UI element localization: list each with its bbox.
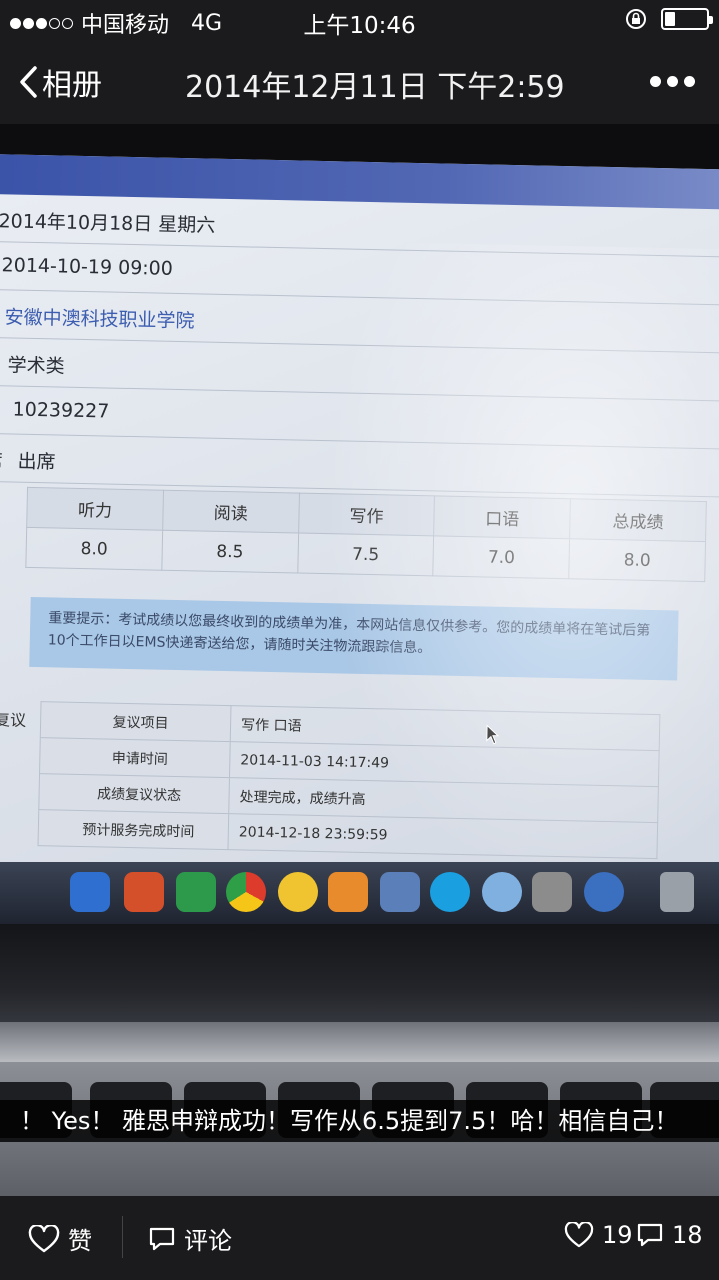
score-header: 写作 — [298, 493, 435, 536]
score-table: 听力 阅读 写作 口语 总成绩 8.0 8.5 7.5 7.0 8.0 — [25, 487, 707, 582]
battery-level — [665, 12, 675, 26]
like-count-value: 19 — [602, 1221, 633, 1249]
score-header: 听力 — [26, 487, 164, 531]
safari-app-icon — [482, 872, 522, 912]
review-table: 复议项目 写作 口语 申请时间 2014-11-03 14:17:49 成绩复议… — [38, 701, 661, 859]
test-center-link: 安徽中澳科技职业学院 — [4, 306, 195, 333]
bottom-toolbar: 赞 评论 19 18 — [0, 1196, 719, 1280]
exam-time: 2014-10-19 09:00 — [1, 254, 174, 280]
chevron-left-icon — [20, 66, 37, 98]
comment-count-value: 18 — [672, 1221, 703, 1249]
attendance: 出席 — [17, 450, 56, 474]
photo-caption: ！ Yes！ 雅思申辩成功！写作从6.5提到7.5！哈！相信自己！ — [0, 1100, 719, 1142]
laptop-screen: 2014年10月18日 星期六 2014-10-19 09:00 安徽中澳科技职… — [0, 154, 719, 915]
battery-icon — [661, 8, 713, 30]
laptop-bezel — [0, 924, 719, 1034]
trash-icon — [660, 872, 694, 912]
preview-app-icon — [380, 872, 420, 912]
score-value: 8.5 — [161, 530, 299, 574]
mouse-cursor-icon — [486, 724, 500, 745]
comment-icon — [149, 1227, 175, 1250]
toolbar-divider — [122, 1216, 123, 1258]
photo-view[interactable]: 2014年10月18日 星期六 2014-10-19 09:00 安徽中澳科技职… — [0, 124, 719, 1196]
score-header: 口语 — [433, 495, 571, 539]
like-button[interactable]: 赞 — [28, 1221, 92, 1256]
important-notice: 重要提示：考试成绩以您最终收到的成绩单为准，本网站信息仅供参考。您的成绩单将在笔… — [29, 596, 679, 681]
heart-icon — [564, 1222, 594, 1248]
excel-app-icon — [176, 872, 216, 912]
comment-label: 评论 — [184, 1227, 232, 1255]
back-label: 相册 — [42, 68, 102, 103]
score-value: 7.0 — [433, 535, 570, 579]
like-label: 赞 — [68, 1227, 92, 1255]
score-value: 8.0 — [568, 538, 706, 582]
exam-type: 学术类 — [7, 354, 65, 378]
status-bar: 中国移动 4G 上午10:46 — [0, 0, 719, 40]
navigation-bar: 相册 2014年12月11日 下午2:59 — [0, 40, 719, 124]
status-right — [625, 8, 713, 30]
system-preferences-icon — [532, 872, 572, 912]
more-dots-icon[interactable] — [650, 76, 695, 87]
web-page: 2014年10月18日 星期六 2014-10-19 09:00 安徽中澳科技职… — [0, 193, 719, 915]
status-time: 上午10:46 — [303, 13, 416, 39]
score-header: 总成绩 — [569, 498, 707, 542]
like-count[interactable]: 19 — [564, 1221, 633, 1249]
mac-dock — [0, 862, 719, 924]
page-title: 2014年12月11日 下午2:59 — [185, 70, 565, 105]
comment-count[interactable]: 18 — [636, 1221, 703, 1249]
comment-icon — [637, 1223, 663, 1247]
chrome-app-icon — [226, 872, 266, 912]
qq-app-icon — [278, 872, 318, 912]
review-label: 绩复议 — [0, 709, 27, 730]
score-header: 阅读 — [162, 490, 300, 534]
comment-button[interactable]: 评论 — [148, 1221, 232, 1256]
score-value: 7.5 — [297, 533, 434, 576]
heart-icon — [28, 1224, 60, 1252]
exam-date: 2014年10月18日 星期六 — [0, 210, 216, 237]
skype-app-icon — [430, 872, 470, 912]
rotation-lock-icon — [626, 9, 646, 29]
back-button[interactable]: 相册 — [18, 60, 102, 104]
app-store-icon — [584, 872, 624, 912]
powerpoint-app-icon — [124, 872, 164, 912]
ibooks-app-icon — [328, 872, 368, 912]
word-app-icon — [70, 872, 110, 912]
score-value: 8.0 — [25, 527, 163, 571]
candidate-number: 10239227 — [12, 398, 110, 423]
laptop-hinge — [0, 1022, 719, 1062]
